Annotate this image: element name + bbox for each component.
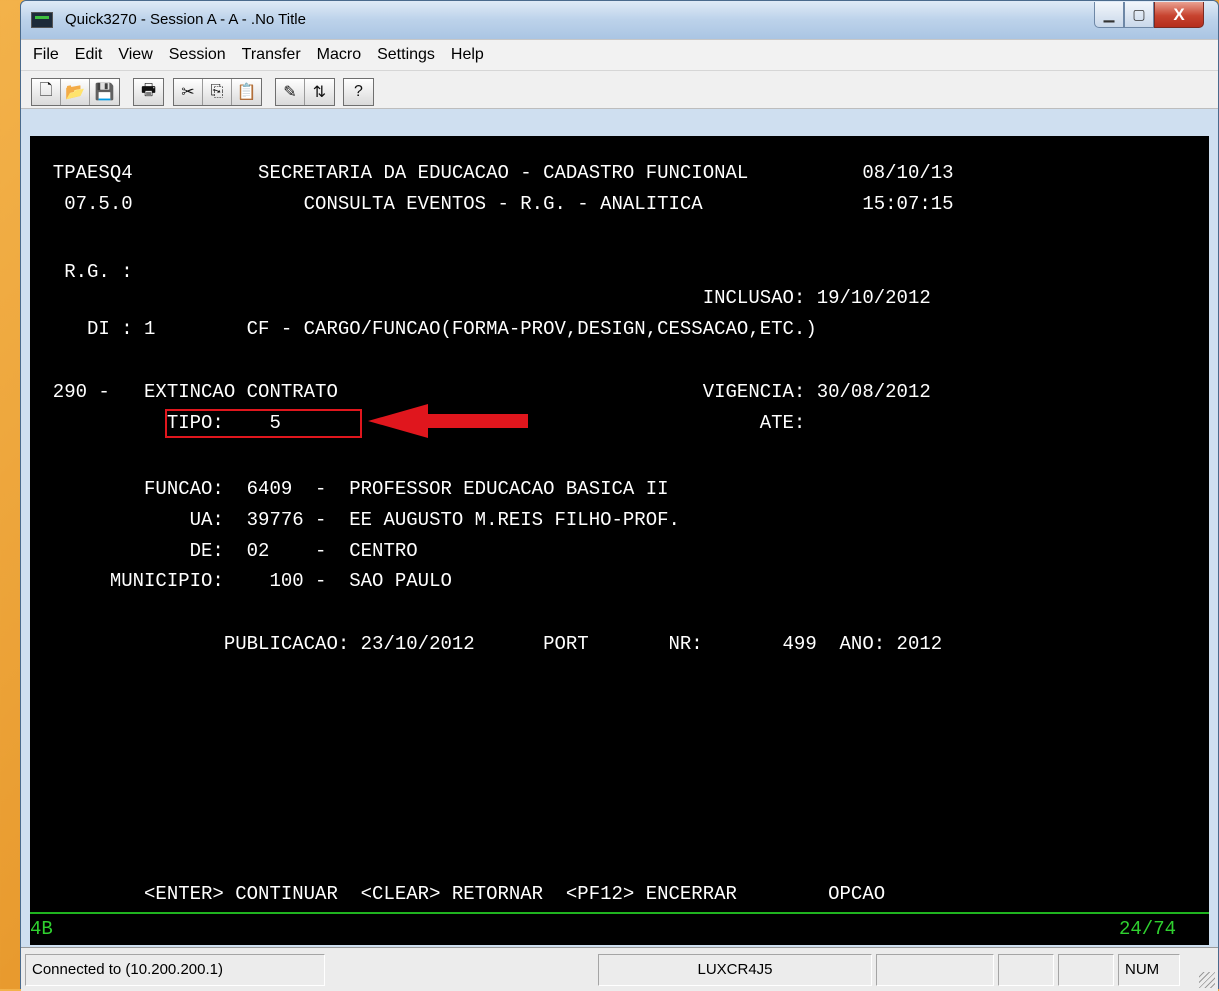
paste-icon[interactable]: 📋 bbox=[232, 79, 261, 105]
menu-transfer[interactable]: Transfer bbox=[242, 46, 301, 64]
de-line: DE: 02 - CENTRO bbox=[30, 540, 418, 562]
help-icon[interactable]: ? bbox=[344, 79, 373, 105]
copy-icon[interactable]: ⎘ bbox=[203, 79, 232, 105]
tipo-highlight-box bbox=[165, 409, 362, 438]
menu-settings[interactable]: Settings bbox=[377, 46, 435, 64]
window-title: Quick3270 - Session A - A - .No Title bbox=[65, 11, 306, 28]
title-bar[interactable]: Quick3270 - Session A - A - .No Title ▁ … bbox=[21, 1, 1218, 39]
menu-edit[interactable]: Edit bbox=[75, 46, 103, 64]
di-line: DI : 1 CF - CARGO/FUNCAO(FORMA-PROV,DESI… bbox=[30, 318, 817, 340]
menu-macro[interactable]: Macro bbox=[317, 46, 361, 64]
oia-left: 4B bbox=[30, 918, 53, 940]
lu-name: LUXCR4J5 bbox=[598, 954, 872, 986]
connection-status: Connected to (10.200.200.1) bbox=[25, 954, 325, 986]
toolbar-group-help: ? bbox=[343, 78, 374, 106]
toolbar-group-tools: ✎ ⇅ bbox=[275, 78, 335, 106]
menu-help[interactable]: Help bbox=[451, 46, 484, 64]
new-icon[interactable]: 🗋 bbox=[32, 79, 61, 105]
terminal-app-icon[interactable] bbox=[31, 12, 53, 28]
publicacao-line: PUBLICACAO: 23/10/2012 PORT NR: 499 ANO:… bbox=[30, 633, 943, 655]
status-cell-empty-1 bbox=[876, 954, 994, 986]
print-icon[interactable]: 🖶 bbox=[134, 79, 163, 105]
resize-grip[interactable] bbox=[1199, 972, 1215, 988]
toolbar-group-clipboard: ✂ ⎘ 📋 bbox=[173, 78, 262, 106]
function-keys-line: <ENTER> CONTINUAR <CLEAR> RETORNAR <PF12… bbox=[30, 883, 886, 905]
open-icon[interactable]: 📂 bbox=[61, 79, 90, 105]
municipio-line: MUNICIPIO: 100 - SAO PAULO bbox=[30, 570, 452, 592]
toolbar-group-file: 🗋 📂 💾 bbox=[31, 78, 120, 106]
inclusao-line: INCLUSAO: 19/10/2012 bbox=[30, 287, 931, 309]
close-button[interactable]: X bbox=[1154, 2, 1204, 28]
app-window: Quick3270 - Session A - A - .No Title ▁ … bbox=[20, 0, 1219, 991]
screen-subheader-line: 07.5.0 CONSULTA EVENTOS - R.G. - ANALITI… bbox=[30, 193, 954, 215]
status-bar: Connected to (10.200.200.1) LUXCR4J5 NUM bbox=[21, 947, 1218, 991]
toolbar: 🗋 📂 💾 🖶 ✂ ⎘ 📋 ✎ ⇅ ? bbox=[21, 71, 1218, 109]
minimize-button[interactable]: ▁ bbox=[1094, 2, 1124, 28]
save-icon[interactable]: 💾 bbox=[90, 79, 119, 105]
menu-file[interactable]: File bbox=[33, 46, 59, 64]
terminal-screen[interactable]: TPAESQ4 SECRETARIA DA EDUCACAO - CADASTR… bbox=[30, 136, 1209, 945]
transfer-icon[interactable]: ⇅ bbox=[305, 79, 334, 105]
edit-icon[interactable]: ✎ bbox=[276, 79, 305, 105]
maximize-button[interactable]: ▢ bbox=[1124, 2, 1154, 28]
menu-view[interactable]: View bbox=[118, 46, 152, 64]
red-arrow-annotation bbox=[368, 404, 528, 438]
status-cell-empty-3 bbox=[1058, 954, 1114, 986]
cut-icon[interactable]: ✂ bbox=[174, 79, 203, 105]
num-lock-indicator: NUM bbox=[1118, 954, 1180, 986]
toolbar-group-print: 🖶 bbox=[133, 78, 164, 106]
ua-line: UA: 39776 - EE AUGUSTO M.REIS FILHO-PROF… bbox=[30, 509, 680, 531]
funcao-line: FUNCAO: 6409 - PROFESSOR EDUCACAO BASICA… bbox=[30, 478, 669, 500]
menu-session[interactable]: Session bbox=[169, 46, 226, 64]
screen-header-line: TPAESQ4 SECRETARIA DA EDUCACAO - CADASTR… bbox=[30, 162, 954, 184]
menu-bar: File Edit View Session Transfer Macro Se… bbox=[21, 39, 1218, 71]
event-line: 290 - EXTINCAO CONTRATO VIGENCIA: 30/08/… bbox=[30, 381, 931, 403]
cursor-position: 24/74 bbox=[1119, 918, 1177, 940]
status-divider bbox=[30, 912, 1209, 914]
status-cell-empty-2 bbox=[998, 954, 1054, 986]
